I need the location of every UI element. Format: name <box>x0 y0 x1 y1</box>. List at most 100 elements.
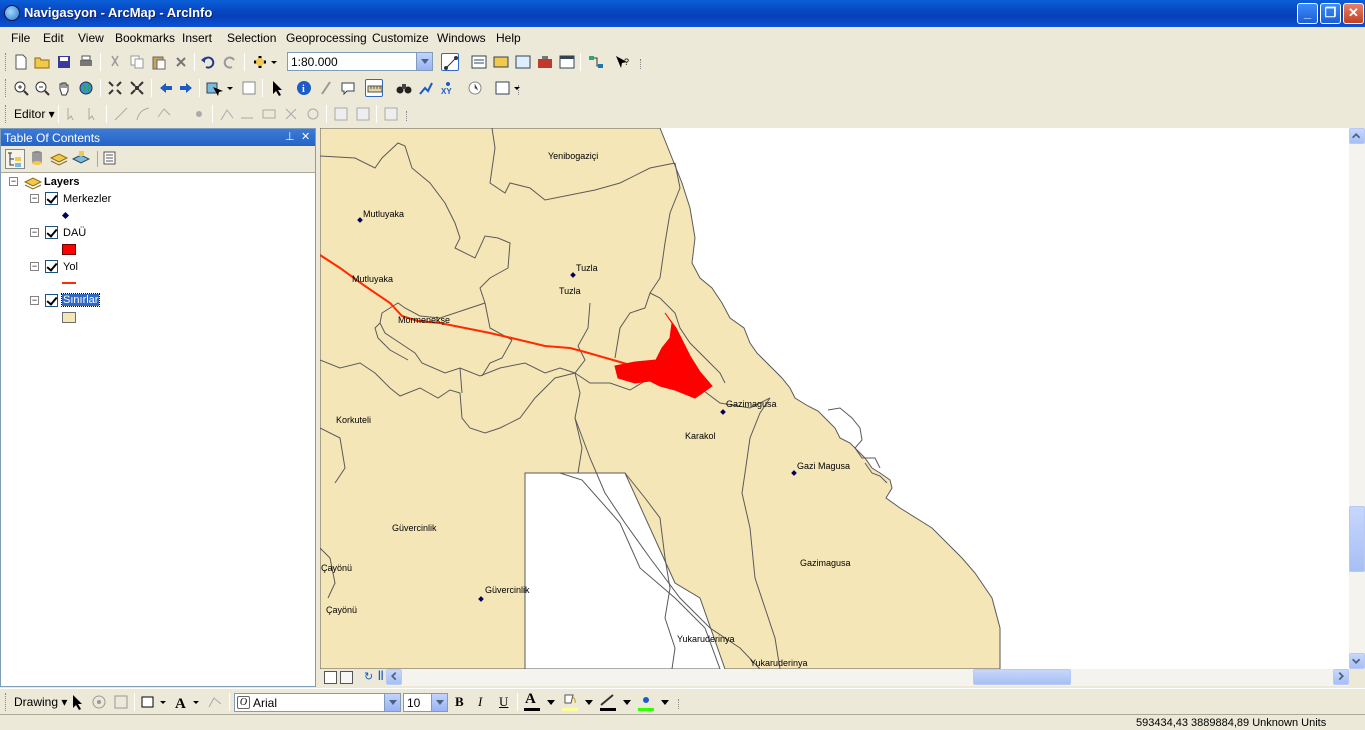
attributes-icon[interactable] <box>332 105 350 123</box>
pin-icon[interactable]: ⊥ <box>285 130 295 143</box>
minimize-button[interactable]: _ <box>1297 3 1318 24</box>
map-vertical-scrollbar[interactable] <box>1349 128 1365 669</box>
merkezler-visibility-checkbox[interactable] <box>45 192 58 205</box>
close-button[interactable]: ✕ <box>1343 3 1364 24</box>
map-display[interactable]: Yenibogaziçi Mutluyaka Mutluyaka Tuzla T… <box>320 128 1349 669</box>
layer-dau-label[interactable]: DAÜ <box>63 227 86 239</box>
vertical-scroll-thumb[interactable] <box>1349 506 1365 572</box>
menu-help[interactable]: Help <box>496 31 521 45</box>
select-elements-arrow-icon[interactable] <box>268 79 286 97</box>
marker-color-picker[interactable] <box>636 693 670 711</box>
toolbar-grip[interactable] <box>5 105 8 123</box>
list-by-source-icon[interactable] <box>28 149 48 169</box>
drawing-menu-button[interactable]: Drawing ▾ <box>14 695 67 709</box>
rotate-element-icon[interactable] <box>90 693 108 711</box>
edit-vertices-drawing-icon[interactable] <box>206 693 224 711</box>
trace-tool-icon[interactable] <box>156 105 182 123</box>
rotate-tool-icon[interactable] <box>304 105 322 123</box>
data-view-icon[interactable] <box>324 671 337 684</box>
cut-polygons-icon[interactable] <box>260 105 278 123</box>
go-to-xy-icon[interactable]: XY <box>439 79 457 97</box>
go-back-icon[interactable] <box>157 79 175 97</box>
edit-tool-icon[interactable] <box>63 105 81 123</box>
search-window-icon[interactable] <box>514 53 532 71</box>
dau-fill-symbol[interactable] <box>62 244 76 255</box>
delete-icon[interactable] <box>172 53 190 71</box>
scroll-left-arrow[interactable] <box>386 669 402 685</box>
toolbar-options-grip[interactable] <box>678 699 681 709</box>
pan-hand-icon[interactable] <box>55 79 73 97</box>
scroll-down-arrow[interactable] <box>1349 653 1365 669</box>
layer-sinirlar-label[interactable]: Sınırlar <box>60 293 101 307</box>
scroll-right-arrow[interactable] <box>1333 669 1349 685</box>
toolbar-grip[interactable] <box>5 53 8 71</box>
toc-options-icon[interactable] <box>101 149 121 169</box>
editor-menu-button[interactable]: Editor ▾ <box>14 107 55 121</box>
model-builder-icon[interactable] <box>587 53 605 71</box>
font-name-dropdown-arrow[interactable] <box>384 694 400 711</box>
save-icon[interactable] <box>55 53 73 71</box>
paste-icon[interactable] <box>150 53 168 71</box>
zoom-out-icon[interactable] <box>33 79 51 97</box>
menu-bookmarks[interactable]: Bookmarks <box>115 31 175 45</box>
horizontal-scroll-thumb[interactable] <box>973 669 1071 685</box>
underline-button[interactable]: U <box>499 694 508 710</box>
map-horizontal-scrollbar[interactable] <box>386 669 1349 686</box>
list-by-drawing-order-icon[interactable] <box>5 149 25 169</box>
font-color-picker[interactable]: A <box>522 691 556 711</box>
refresh-icon[interactable]: ↻ <box>364 670 373 683</box>
text-tool-icon[interactable]: A <box>173 693 201 712</box>
fixed-zoom-out-icon[interactable] <box>128 79 146 97</box>
toolbar-grip[interactable] <box>5 693 8 711</box>
find-binoculars-icon[interactable] <box>395 79 413 97</box>
font-name-select[interactable]: O Arial <box>234 693 401 712</box>
print-icon[interactable] <box>77 53 95 71</box>
python-window-icon[interactable] <box>558 53 576 71</box>
menu-windows[interactable]: Windows <box>437 31 486 45</box>
find-route-icon[interactable] <box>417 79 435 97</box>
italic-button[interactable]: I <box>478 694 482 710</box>
new-document-icon[interactable] <box>12 53 30 71</box>
arcmap-app-icon[interactable] <box>4 5 20 21</box>
add-data-icon[interactable] <box>250 53 278 71</box>
toolbar-options-grip[interactable] <box>640 59 643 69</box>
layers-collapse-toggle[interactable]: − <box>9 177 18 186</box>
restore-button[interactable]: ❐ <box>1320 3 1341 24</box>
editor-toolbar-icon[interactable] <box>441 53 459 71</box>
yol-visibility-checkbox[interactable] <box>45 260 58 273</box>
dau-collapse-toggle[interactable]: − <box>30 228 39 237</box>
edit-annotation-icon[interactable] <box>84 105 102 123</box>
clear-selection-icon[interactable] <box>240 79 258 97</box>
undo-icon[interactable] <box>199 53 217 71</box>
cut-icon[interactable] <box>106 53 124 71</box>
layer-yol-label[interactable]: Yol <box>63 261 78 273</box>
zoom-in-icon[interactable] <box>12 79 30 97</box>
list-by-visibility-icon[interactable] <box>49 149 70 169</box>
split-tool-icon[interactable] <box>282 105 300 123</box>
fill-color-picker[interactable] <box>560 693 594 711</box>
edit-vertices-icon[interactable] <box>218 105 236 123</box>
copy-icon[interactable] <box>128 53 146 71</box>
menu-file[interactable]: File <box>11 31 30 45</box>
point-tool-icon[interactable] <box>190 105 208 123</box>
toc-close-icon[interactable]: ✕ <box>301 130 310 143</box>
menu-selection[interactable]: Selection <box>227 31 276 45</box>
layout-view-icon[interactable] <box>340 671 353 684</box>
hyperlink-icon[interactable] <box>317 79 335 97</box>
sinirlar-visibility-checkbox[interactable] <box>45 294 58 307</box>
toolbar-grip[interactable] <box>5 79 8 97</box>
dau-visibility-checkbox[interactable] <box>45 226 58 239</box>
menu-insert[interactable]: Insert <box>182 31 212 45</box>
list-by-selection-icon[interactable] <box>71 149 92 169</box>
yol-line-symbol[interactable] <box>62 282 76 284</box>
pause-drawing-icon[interactable]: || <box>378 670 384 681</box>
table-of-contents-icon[interactable] <box>470 53 488 71</box>
map-canvas[interactable]: Yenibogaziçi Mutluyaka Mutluyaka Tuzla T… <box>320 128 1349 669</box>
toolbar-options-grip[interactable] <box>518 85 521 95</box>
time-slider-icon[interactable] <box>466 79 484 97</box>
measure-icon[interactable] <box>365 79 383 97</box>
scale-dropdown-arrow[interactable] <box>416 53 432 70</box>
zoom-to-selected-icon[interactable] <box>112 693 130 711</box>
sinirlar-collapse-toggle[interactable]: − <box>30 296 39 305</box>
menu-customize[interactable]: Customize <box>372 31 429 45</box>
